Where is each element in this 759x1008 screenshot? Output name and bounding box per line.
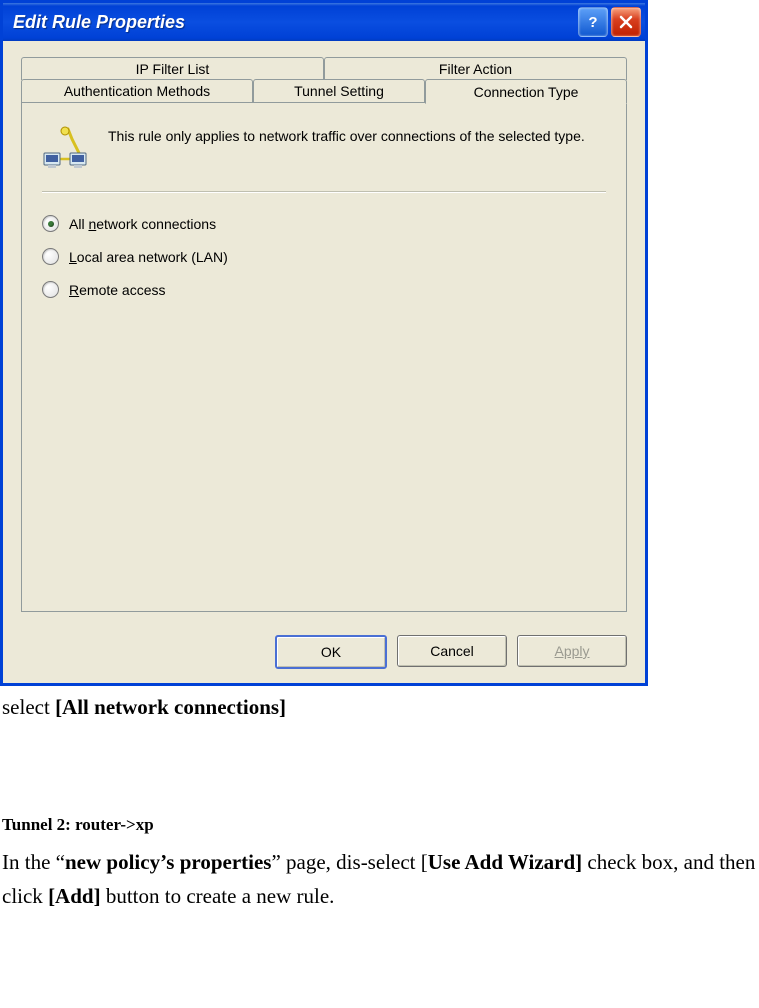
tab-panel-connection-type: This rule only applies to network traffi… [21,102,627,612]
radio-label: Local area network (LAN) [69,249,228,265]
tab-ip-filter-list[interactable]: IP Filter List [21,57,324,80]
close-button[interactable] [611,7,641,37]
dialog-window: Edit Rule Properties ? IP Filter List Fi… [0,0,648,686]
doc-line-2: In the “new policy’s properties” page, d… [0,841,759,914]
dialog-body: IP Filter List Filter Action Authenticat… [3,41,645,625]
svg-text:?: ? [588,14,597,30]
doc-heading: Tunnel 2: router->xp [0,815,759,835]
radio-icon [42,248,59,265]
close-icon [619,15,633,29]
info-row: This rule only applies to network traffi… [42,125,606,173]
radio-lan[interactable]: Local area network (LAN) [42,248,606,265]
titlebar[interactable]: Edit Rule Properties ? [3,3,645,41]
tab-row-back: IP Filter List Filter Action [21,57,627,80]
help-icon: ? [585,14,601,30]
tab-row-front: Authentication Methods Tunnel Setting Co… [21,79,627,103]
help-button[interactable]: ? [578,7,608,37]
radio-group: All network connections Local area netwo… [42,215,606,298]
cancel-button[interactable]: Cancel [397,635,507,667]
radio-icon [42,215,59,232]
window-title: Edit Rule Properties [13,12,185,33]
titlebar-buttons: ? [578,7,641,37]
tabs: IP Filter List Filter Action Authenticat… [21,57,627,613]
divider [42,191,606,193]
tab-filter-action[interactable]: Filter Action [324,57,627,80]
tab-authentication-methods[interactable]: Authentication Methods [21,79,253,103]
button-row: OK Cancel Apply [3,625,645,683]
radio-remote-access[interactable]: Remote access [42,281,606,298]
radio-label: Remote access [69,282,166,298]
tab-connection-type[interactable]: Connection Type [425,79,627,104]
radio-icon [42,281,59,298]
tab-tunnel-setting[interactable]: Tunnel Setting [253,79,425,103]
radio-label: All network connections [69,216,216,232]
ok-button[interactable]: OK [275,635,387,669]
info-text: This rule only applies to network traffi… [108,125,585,146]
network-icon [42,125,90,173]
doc-line-1: select [All network connections] [0,686,759,725]
apply-button[interactable]: Apply [517,635,627,667]
radio-all-network[interactable]: All network connections [42,215,606,232]
